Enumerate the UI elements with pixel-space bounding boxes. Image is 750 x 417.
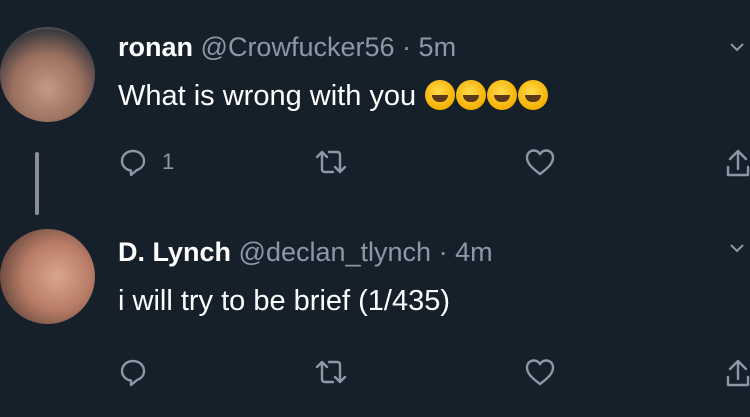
- rofl-emoji-icon: [518, 80, 549, 110]
- retweet-icon: [315, 150, 347, 174]
- display-name[interactable]: ronan: [118, 32, 193, 62]
- rofl-emoji-icon: [487, 80, 518, 110]
- thread-connector: [35, 152, 39, 215]
- like-icon: [525, 359, 555, 386]
- reply-button[interactable]: [118, 352, 148, 392]
- rofl-emoji-icon: [425, 80, 456, 110]
- reply-button[interactable]: 1: [118, 142, 174, 182]
- retweet-icon: [315, 360, 347, 384]
- avatar[interactable]: [0, 229, 95, 324]
- tweet-actions: [118, 352, 750, 392]
- tweet-text: What is wrong with you: [118, 80, 549, 113]
- tweet[interactable]: D. Lynch @declan_tlynch · 4m i will try …: [0, 215, 750, 417]
- tweet-text: i will try to be brief (1/435): [118, 285, 450, 318]
- share-button[interactable]: [726, 352, 750, 392]
- rofl-emoji-icon: [456, 80, 487, 110]
- user-handle[interactable]: @Crowfucker56: [201, 32, 395, 62]
- reply-count: 1: [162, 149, 175, 174]
- chevron-down-icon[interactable]: [730, 40, 744, 54]
- display-name[interactable]: D. Lynch: [118, 237, 231, 267]
- share-icon: [726, 359, 750, 387]
- chevron-down-icon[interactable]: [730, 241, 744, 255]
- reply-icon: [120, 149, 146, 177]
- reply-icon: [120, 359, 146, 387]
- tweet-header: D. Lynch @declan_tlynch · 4m: [118, 237, 493, 268]
- tweet-text-content: What is wrong with you: [118, 80, 417, 112]
- retweet-button[interactable]: [313, 352, 349, 392]
- share-button[interactable]: [726, 142, 750, 182]
- tweet-header: ronan @Crowfucker56 · 5m: [118, 32, 456, 63]
- retweet-button[interactable]: [313, 142, 349, 182]
- tweet[interactable]: ronan @Crowfucker56 · 5m What is wrong w…: [0, 0, 750, 215]
- separator: ·: [438, 237, 448, 267]
- timestamp[interactable]: 5m: [419, 32, 457, 62]
- like-icon: [525, 149, 555, 176]
- like-button[interactable]: [524, 142, 556, 182]
- separator: ·: [402, 32, 412, 62]
- like-button[interactable]: [524, 352, 556, 392]
- tweet-actions: 1: [118, 142, 750, 182]
- timestamp[interactable]: 4m: [455, 237, 493, 267]
- avatar[interactable]: [0, 27, 95, 122]
- tweet-text-content: i will try to be brief (1/435): [118, 285, 451, 317]
- user-handle[interactable]: @declan_tlynch: [239, 237, 432, 267]
- share-icon: [726, 149, 750, 177]
